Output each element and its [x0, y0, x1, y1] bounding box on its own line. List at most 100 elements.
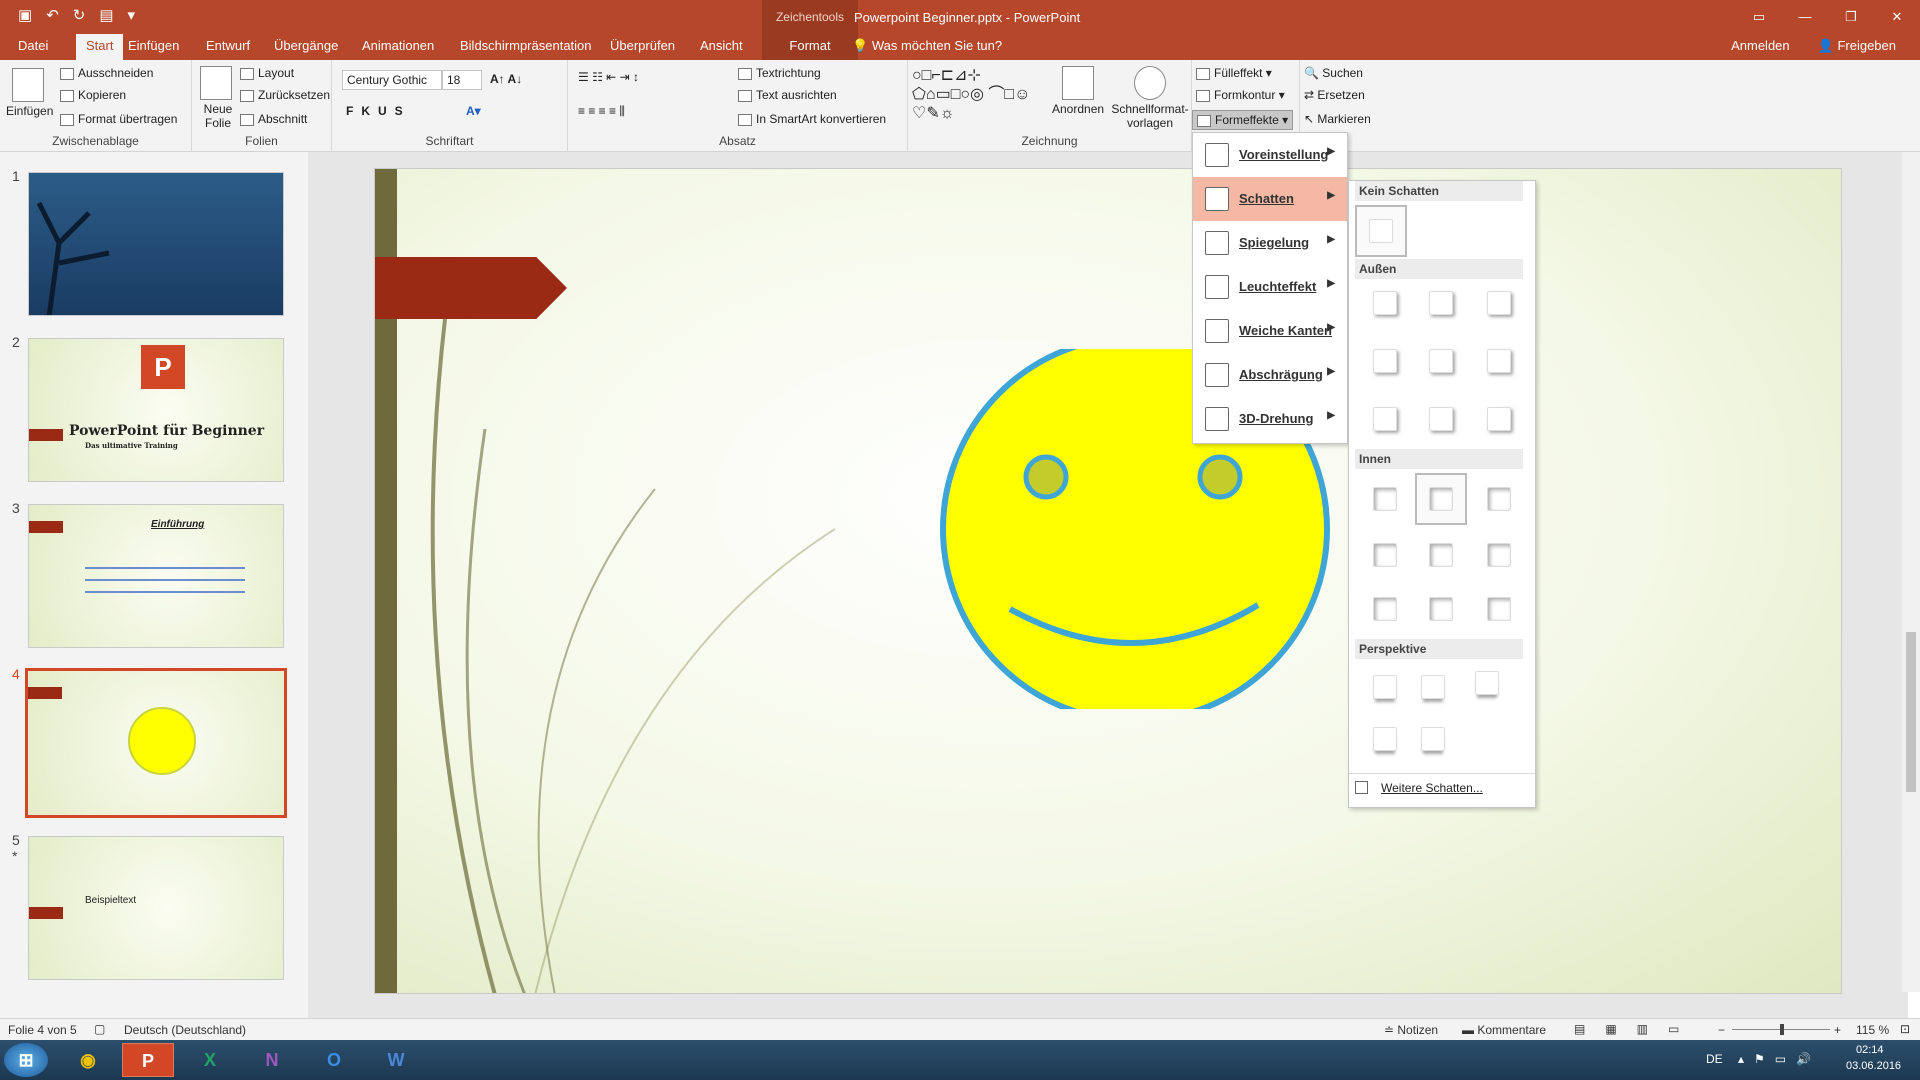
zoom-out-button[interactable]: −: [1718, 1023, 1725, 1037]
quick-styles-icon[interactable]: [1134, 66, 1166, 100]
menu-item-glow[interactable]: Leuchteffekt ▶: [1193, 265, 1347, 309]
zoom-level[interactable]: 115 %: [1856, 1023, 1889, 1037]
shadow-perspective-option[interactable]: [1373, 727, 1397, 751]
shadow-perspective-option[interactable]: [1421, 727, 1445, 751]
save-icon[interactable]: ▣: [18, 6, 32, 24]
layout-button[interactable]: Layout: [240, 66, 294, 80]
new-slide-icon[interactable]: [200, 66, 232, 100]
shadow-inner-option-hover[interactable]: [1415, 473, 1467, 525]
close-button[interactable]: ✕: [1874, 0, 1920, 34]
menu-item-3d-rotation[interactable]: 3D-Drehung ▶: [1193, 397, 1347, 441]
shadow-none-option[interactable]: [1355, 205, 1407, 257]
comments-button[interactable]: ▬ Kommentare: [1462, 1023, 1546, 1037]
shadow-inner-option[interactable]: [1487, 597, 1511, 621]
shapes-gallery[interactable]: ○□⌐⊏⊿⊹ ⬠⌂▭□○◎ ⌒□☺♡✎☼: [912, 66, 1042, 123]
tab-design[interactable]: Entwurf: [206, 38, 250, 53]
shape-outline-button[interactable]: Formkontur ▾: [1196, 88, 1285, 102]
shadow-outer-option[interactable]: [1429, 349, 1453, 373]
excel-icon[interactable]: X: [184, 1043, 236, 1077]
shadow-inner-option[interactable]: [1429, 597, 1453, 621]
view-buttons[interactable]: ▤▦▥▭: [1574, 1022, 1699, 1036]
slide-thumbnail-5[interactable]: Beispieltext: [28, 836, 284, 980]
ribbon-display-icon[interactable]: ▭: [1736, 0, 1782, 34]
chrome-icon[interactable]: ◉: [62, 1043, 114, 1077]
section-button[interactable]: Abschnitt: [240, 112, 307, 126]
align-icons[interactable]: ≡ ≡ ≡ ≡ ⫼: [578, 104, 625, 119]
notes-button[interactable]: ≐ Notizen: [1384, 1023, 1438, 1037]
minimize-button[interactable]: —: [1782, 0, 1828, 34]
find-button[interactable]: 🔍 Suchen: [1304, 66, 1363, 80]
tab-insert[interactable]: Einfügen: [128, 38, 179, 53]
cut-button[interactable]: Ausschneiden: [60, 66, 153, 80]
menu-item-preset[interactable]: Voreinstellung ▶: [1193, 133, 1347, 177]
format-painter-button[interactable]: Format übertragen: [60, 112, 177, 126]
shadow-outer-option[interactable]: [1487, 349, 1511, 373]
font-color-icon[interactable]: A▾: [466, 104, 481, 118]
tray-icons[interactable]: ▴⚑▭🔊: [1738, 1052, 1821, 1066]
zoom-in-button[interactable]: +: [1834, 1023, 1841, 1037]
select-button[interactable]: ↖ Markieren: [1304, 112, 1371, 126]
shadow-inner-option[interactable]: [1429, 543, 1453, 567]
shape-fill-button[interactable]: Fülleffekt ▾: [1196, 66, 1272, 80]
smartart-button[interactable]: In SmartArt konvertieren: [738, 112, 886, 126]
reset-button[interactable]: Zurücksetzen: [240, 88, 330, 102]
customize-qat-icon[interactable]: ▾: [128, 6, 136, 24]
shadow-perspective-option[interactable]: [1373, 675, 1397, 699]
keyboard-language[interactable]: DE: [1706, 1052, 1723, 1066]
tab-animations[interactable]: Animationen: [362, 38, 434, 53]
shadow-perspective-option[interactable]: [1475, 671, 1499, 695]
shadow-outer-option[interactable]: [1429, 291, 1453, 315]
slide-thumbnail-2[interactable]: P PowerPoint für Beginner Das ultimative…: [28, 338, 284, 482]
paste-button[interactable]: Einfügen: [6, 104, 53, 118]
tab-transitions[interactable]: Übergänge: [274, 38, 338, 53]
shape-effects-button[interactable]: Formeffekte ▾: [1192, 110, 1294, 130]
shadow-outer-option[interactable]: [1373, 407, 1397, 431]
present-icon[interactable]: ▤: [99, 6, 113, 24]
text-direction-button[interactable]: Textrichtung: [738, 66, 821, 80]
menu-item-soft-edges[interactable]: Weiche Kanten ▶: [1193, 309, 1347, 353]
tell-me-box[interactable]: 💡 Was möchten Sie tun?: [852, 38, 1002, 54]
font-size-combo[interactable]: 18: [442, 70, 482, 90]
align-text-button[interactable]: Text ausrichten: [738, 88, 837, 102]
shadow-outer-option[interactable]: [1373, 291, 1397, 315]
font-name-combo[interactable]: Century Gothic: [342, 70, 442, 90]
undo-icon[interactable]: ↶: [46, 6, 59, 24]
signin-link[interactable]: Anmelden: [1731, 38, 1790, 54]
zoom-slider-thumb[interactable]: [1780, 1024, 1784, 1035]
menu-item-shadow[interactable]: Schatten ▶: [1193, 177, 1347, 221]
arrange-button[interactable]: Anordnen: [1052, 102, 1104, 116]
copy-button[interactable]: Kopieren: [60, 88, 126, 102]
vertical-scrollbar[interactable]: [1902, 152, 1920, 992]
spellcheck-icon[interactable]: ▢: [94, 1022, 105, 1036]
shadow-outer-option[interactable]: [1487, 407, 1511, 431]
menu-item-reflection[interactable]: Spiegelung ▶: [1193, 221, 1347, 265]
outlook-icon[interactable]: O: [308, 1043, 360, 1077]
bullets-icon[interactable]: ☰ ☷ ⇤ ⇥ ↕: [578, 70, 639, 84]
clock-time[interactable]: 02:14: [1856, 1044, 1884, 1056]
shadow-outer-option[interactable]: [1487, 291, 1511, 315]
fit-slide-icon[interactable]: ⊡: [1900, 1022, 1910, 1036]
slide-thumbnail-1[interactable]: [28, 172, 284, 316]
arrange-icon[interactable]: [1062, 66, 1094, 100]
replace-button[interactable]: ⇄ Ersetzen: [1304, 88, 1365, 102]
tab-home[interactable]: Start: [76, 34, 124, 60]
slide-thumbnail-4[interactable]: [25, 668, 287, 818]
current-slide[interactable]: [374, 168, 1842, 994]
word-icon[interactable]: W: [370, 1043, 422, 1077]
shadow-outer-option[interactable]: [1373, 349, 1397, 373]
redo-icon[interactable]: ↻: [73, 6, 86, 24]
shadow-inner-option[interactable]: [1373, 543, 1397, 567]
tab-file[interactable]: Datei: [18, 38, 48, 53]
shadow-inner-option[interactable]: [1487, 543, 1511, 567]
tab-view[interactable]: Ansicht: [700, 38, 743, 53]
shadow-inner-option[interactable]: [1373, 487, 1397, 511]
font-style-buttons[interactable]: FKUS: [346, 104, 411, 118]
shadow-inner-option[interactable]: [1373, 597, 1397, 621]
shadow-inner-option[interactable]: [1487, 487, 1511, 511]
tab-review[interactable]: Überprüfen: [610, 38, 675, 53]
language-indicator[interactable]: Deutsch (Deutschland): [124, 1023, 246, 1037]
start-button[interactable]: ⊞: [4, 1043, 48, 1077]
tab-slideshow[interactable]: Bildschirmpräsentation: [460, 38, 592, 53]
shadow-perspective-option[interactable]: [1421, 675, 1445, 699]
new-slide-button[interactable]: Neue Folie: [198, 102, 238, 130]
